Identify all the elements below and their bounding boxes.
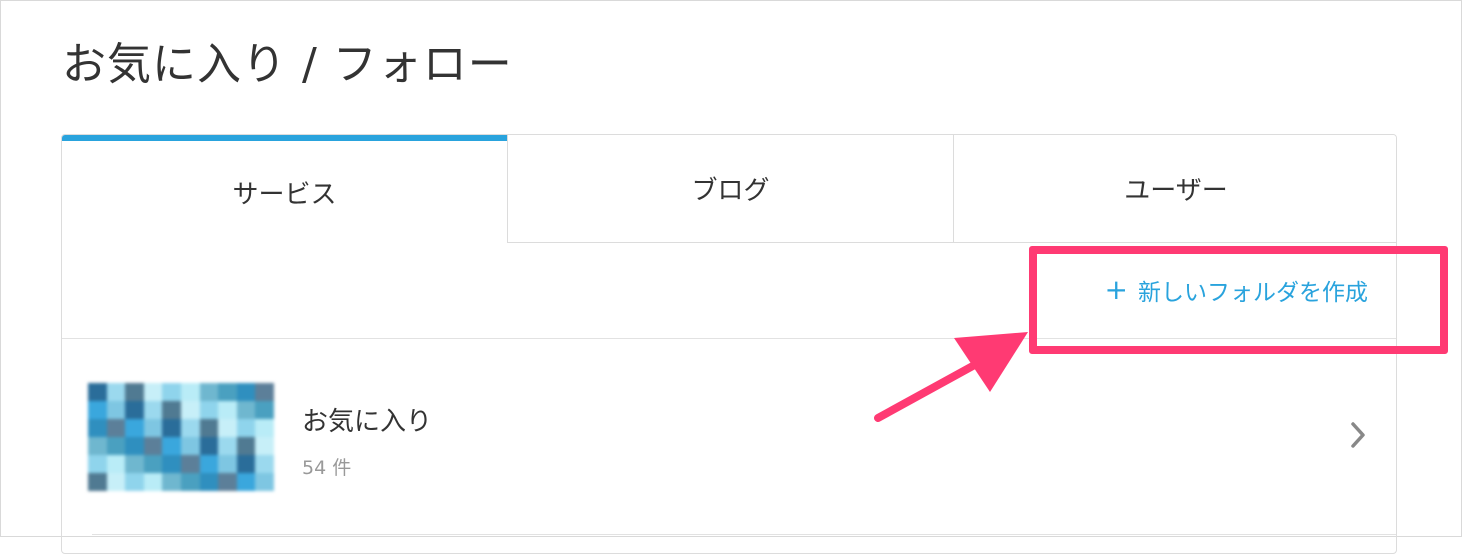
thumbnail-pixel: [181, 473, 200, 491]
thumbnail-pixel: [236, 455, 256, 473]
thumbnail-pixel: [125, 401, 144, 419]
annotation-highlight-box: [1029, 246, 1448, 354]
thumbnail-pixel: [236, 419, 256, 437]
tab-users[interactable]: ユーザー: [953, 135, 1396, 243]
thumbnail-pixel: [106, 401, 126, 419]
thumbnail-pixel: [181, 401, 200, 419]
thumbnail-pixel: [218, 419, 237, 437]
annotation-arrow-icon: [874, 332, 1028, 422]
thumbnail-pixel: [88, 437, 107, 455]
thumbnail-pixel: [143, 419, 163, 437]
thumbnail-pixel: [199, 473, 219, 491]
thumbnail-pixel: [236, 383, 256, 401]
thumbnail-pixel: [106, 473, 126, 491]
thumbnail-pixel: [218, 455, 237, 473]
thumbnail-pixel: [125, 419, 144, 437]
thumbnail-pixel: [125, 455, 144, 473]
thumbnail-pixel: [181, 455, 200, 473]
tab-label: ユーザー: [1124, 176, 1228, 206]
thumbnail-pixel: [143, 473, 163, 491]
thumbnail-pixel: [255, 455, 274, 473]
thumbnail-pixel: [143, 383, 163, 401]
thumbnail-pixel: [162, 401, 181, 419]
thumbnail-pixel: [143, 437, 163, 455]
tab-label: サービス: [232, 179, 337, 210]
thumbnail-pixel: [106, 455, 126, 473]
thumbnail-pixel: [255, 473, 274, 491]
thumbnail-pixel: [199, 437, 219, 455]
folder-list-item[interactable]: お気に入り 54 件: [62, 339, 1396, 535]
tab-label: ブログ: [691, 176, 770, 206]
thumbnail-pixel: [236, 437, 256, 455]
thumbnail-pixel: [255, 401, 274, 419]
tab-blogs[interactable]: ブログ: [507, 135, 953, 243]
page-title: お気に入り / フォロー: [62, 39, 513, 90]
thumbnail-pixel: [125, 473, 144, 491]
tab-bar: サービス ブログ ユーザー: [62, 135, 1396, 243]
thumbnail-pixel: [162, 437, 181, 455]
thumbnail-pixel: [199, 419, 219, 437]
thumbnail-pixel: [255, 383, 274, 401]
thumbnail-pixel: [181, 419, 200, 437]
thumbnail-pixel: [199, 401, 219, 419]
thumbnail-pixel: [88, 473, 107, 491]
thumbnail-pixel: [255, 437, 274, 455]
thumbnail-pixel: [88, 383, 107, 401]
thumbnail-pixel: [181, 437, 200, 455]
folder-count: 54 件: [302, 457, 352, 479]
thumbnail-pixel: [199, 455, 219, 473]
thumbnail-pixel: [162, 419, 181, 437]
thumbnail-pixel: [162, 383, 181, 401]
thumbnail-pixel: [236, 473, 256, 491]
row-divider: [92, 534, 1396, 535]
thumbnail-pixel: [199, 383, 219, 401]
thumbnail-pixel: [218, 473, 237, 491]
thumbnail-pixel: [162, 455, 181, 473]
thumbnail-pixel: [218, 437, 237, 455]
thumbnail-pixel: [125, 437, 144, 455]
thumbnail-pixel: [143, 455, 163, 473]
thumbnail-pixel: [218, 383, 237, 401]
thumbnail-pixel: [162, 473, 181, 491]
thumbnail-pixel: [106, 437, 126, 455]
thumbnail-pixel: [125, 383, 144, 401]
folder-name: お気に入り: [302, 407, 433, 437]
thumbnail-pixel: [181, 383, 200, 401]
thumbnail-pixel: [218, 401, 237, 419]
thumbnail-pixel: [88, 455, 107, 473]
thumbnail-pixel: [88, 419, 107, 437]
thumbnail-pixel: [106, 419, 126, 437]
folder-thumbnail: [88, 383, 274, 491]
tab-services[interactable]: サービス: [62, 135, 507, 243]
thumbnail-pixel: [88, 401, 107, 419]
thumbnail-pixel: [106, 383, 126, 401]
thumbnail-pixel: [255, 419, 274, 437]
chevron-right-icon: [1351, 422, 1365, 448]
thumbnail-pixel: [236, 401, 256, 419]
thumbnail-pixel: [143, 401, 163, 419]
